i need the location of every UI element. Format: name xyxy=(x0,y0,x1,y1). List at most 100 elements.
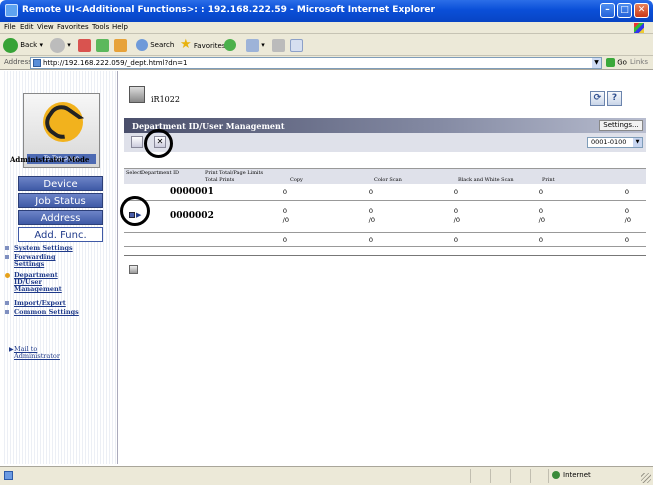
search-icon xyxy=(136,39,148,51)
mode-label: Administrator Mode xyxy=(10,155,90,164)
minimize-button[interactable]: – xyxy=(600,3,615,18)
value-color-scan: 0 xyxy=(453,207,458,215)
nav-job-status-button[interactable]: Job Status xyxy=(18,193,103,208)
main-panel: iR1022 ⟳ ? Department ID/User Management… xyxy=(119,71,653,464)
browser-window: Remote UI<Additional Functions>: : 192.1… xyxy=(0,0,653,485)
toolbar: Back ▾ ▾ Search ★ Favorites ▾ xyxy=(0,34,653,56)
go-button[interactable]: Go xyxy=(606,58,627,67)
subnav-department-id[interactable]: Department ID/User Management xyxy=(5,272,62,293)
value-total-prints: 0 xyxy=(282,188,287,196)
home-icon xyxy=(114,38,127,52)
subnav-common-settings[interactable]: Common Settings xyxy=(5,309,114,316)
address-input[interactable]: http://192.168.222.059/_dept.html?dn=1 ▼ xyxy=(30,57,602,69)
subnav-system-settings[interactable]: System Settings xyxy=(5,245,114,252)
value-copy: 0 xyxy=(368,207,373,215)
page-icon xyxy=(33,59,41,67)
header-print: Print xyxy=(542,177,555,183)
department-table: Select Department ID Print Total/Page Li… xyxy=(124,168,646,247)
bullet-icon xyxy=(5,310,9,314)
header-total-prints: Total Prints xyxy=(205,177,235,183)
limit-total-prints: /0 xyxy=(282,216,289,224)
address-url: http://192.168.222.059/_dept.html?dn=1 xyxy=(43,59,188,67)
total-copy: 0 xyxy=(368,236,373,244)
sidebar: To Top page Administrator Mode Device Jo… xyxy=(2,71,118,464)
address-label: Address xyxy=(4,58,32,66)
menu-favorites[interactable]: Favorites xyxy=(57,23,89,31)
edit-icon xyxy=(290,38,303,52)
refresh-button[interactable] xyxy=(96,37,109,53)
limit-bw-scan: /0 xyxy=(538,216,545,224)
windows-flag-icon xyxy=(627,22,649,34)
total-total-prints: 0 xyxy=(282,236,287,244)
address-dropdown-icon[interactable]: ▼ xyxy=(592,58,601,68)
menu-bar: File Edit View Favorites Tools Help xyxy=(0,22,653,34)
star-icon: ★ xyxy=(180,37,192,52)
menu-view[interactable]: View xyxy=(37,23,54,31)
nav-device-button[interactable]: Device xyxy=(18,176,103,191)
divider xyxy=(510,469,511,483)
table-row[interactable]: ▶ 0000002 0 /0 0 /0 0 /0 0 /0 0 /0 xyxy=(124,201,646,233)
close-button[interactable]: ✕ xyxy=(634,3,649,18)
refresh-page-button[interactable]: ⟳ xyxy=(590,91,605,106)
resize-grip-icon[interactable] xyxy=(641,473,651,483)
bullet-icon xyxy=(5,246,9,250)
stop-button[interactable] xyxy=(78,37,91,53)
back-button[interactable]: Back ▾ xyxy=(3,37,43,53)
page-content: To Top page Administrator Mode Device Jo… xyxy=(0,71,653,464)
menu-help[interactable]: Help xyxy=(112,23,128,31)
subnav-import-export[interactable]: Import/Export xyxy=(5,300,114,307)
highlight-circle-delete xyxy=(144,129,173,158)
address-bar: Address http://192.168.222.059/_dept.htm… xyxy=(0,56,653,70)
mail-button[interactable]: ▾ xyxy=(246,37,265,53)
divider xyxy=(530,469,531,483)
print-button[interactable] xyxy=(272,37,285,53)
device-name: iR1022 xyxy=(151,95,180,104)
value-copy: 0 xyxy=(368,188,373,196)
nav-address-button[interactable]: Address xyxy=(18,210,103,225)
menu-edit[interactable]: Edit xyxy=(20,23,34,31)
table-row[interactable]: 0000001 0 0 0 0 0 xyxy=(124,184,646,201)
highlight-circle-row xyxy=(120,196,150,226)
range-select[interactable]: 0001-0100 ▼ xyxy=(587,137,643,148)
divider xyxy=(124,255,646,256)
menu-tools[interactable]: Tools xyxy=(92,23,109,31)
history-button[interactable] xyxy=(224,37,236,53)
mail-to-admin[interactable]: ▶ Mail to Administrator xyxy=(9,346,69,360)
value-bw-scan: 0 xyxy=(538,207,543,215)
total-color-scan: 0 xyxy=(453,236,458,244)
history-icon xyxy=(224,39,236,51)
bullet-icon xyxy=(5,255,9,259)
search-button[interactable]: Search xyxy=(136,37,174,53)
links-button[interactable]: Links xyxy=(630,58,648,66)
total-print: 0 xyxy=(624,236,629,244)
dept-id: 0000002 xyxy=(170,211,214,221)
favorites-button[interactable]: ★ Favorites xyxy=(180,37,226,53)
forward-arrow-icon xyxy=(50,37,65,53)
home-button[interactable] xyxy=(114,37,127,53)
forward-button[interactable]: ▾ xyxy=(50,37,71,53)
nav-add-func-button[interactable]: Add. Func. xyxy=(18,227,103,242)
limit-copy: /0 xyxy=(368,216,375,224)
page-status-icon xyxy=(4,471,13,480)
menu-file[interactable]: File xyxy=(4,23,16,31)
subnav-forwarding-settings[interactable]: Forwarding Settings xyxy=(5,254,64,268)
back-to-top-icon[interactable] xyxy=(129,265,138,274)
value-color-scan: 0 xyxy=(453,188,458,196)
register-button[interactable] xyxy=(131,136,143,148)
total-bw-scan: 0 xyxy=(538,236,543,244)
value-total-prints: 0 xyxy=(282,207,287,215)
arrow-icon: ▶ xyxy=(9,346,14,353)
header-print-limits: Print Total/Page Limits xyxy=(205,170,264,176)
mail-icon xyxy=(246,38,259,52)
header-bw-scan: Black and White Scan xyxy=(458,177,514,183)
title-bar: Remote UI<Additional Functions>: : 192.1… xyxy=(0,0,653,22)
action-band: ✕ 0001-0100 ▼ xyxy=(124,133,646,152)
maximize-button[interactable]: □ xyxy=(617,3,632,18)
chevron-down-icon: ▼ xyxy=(633,138,642,147)
edit-button[interactable] xyxy=(290,37,303,53)
refresh-icon xyxy=(96,38,109,52)
settings-button[interactable]: Settings... xyxy=(599,120,643,131)
header-dept-id: Department ID xyxy=(141,170,180,176)
help-button[interactable]: ? xyxy=(607,91,622,106)
header-color-scan: Color Scan xyxy=(374,177,402,183)
